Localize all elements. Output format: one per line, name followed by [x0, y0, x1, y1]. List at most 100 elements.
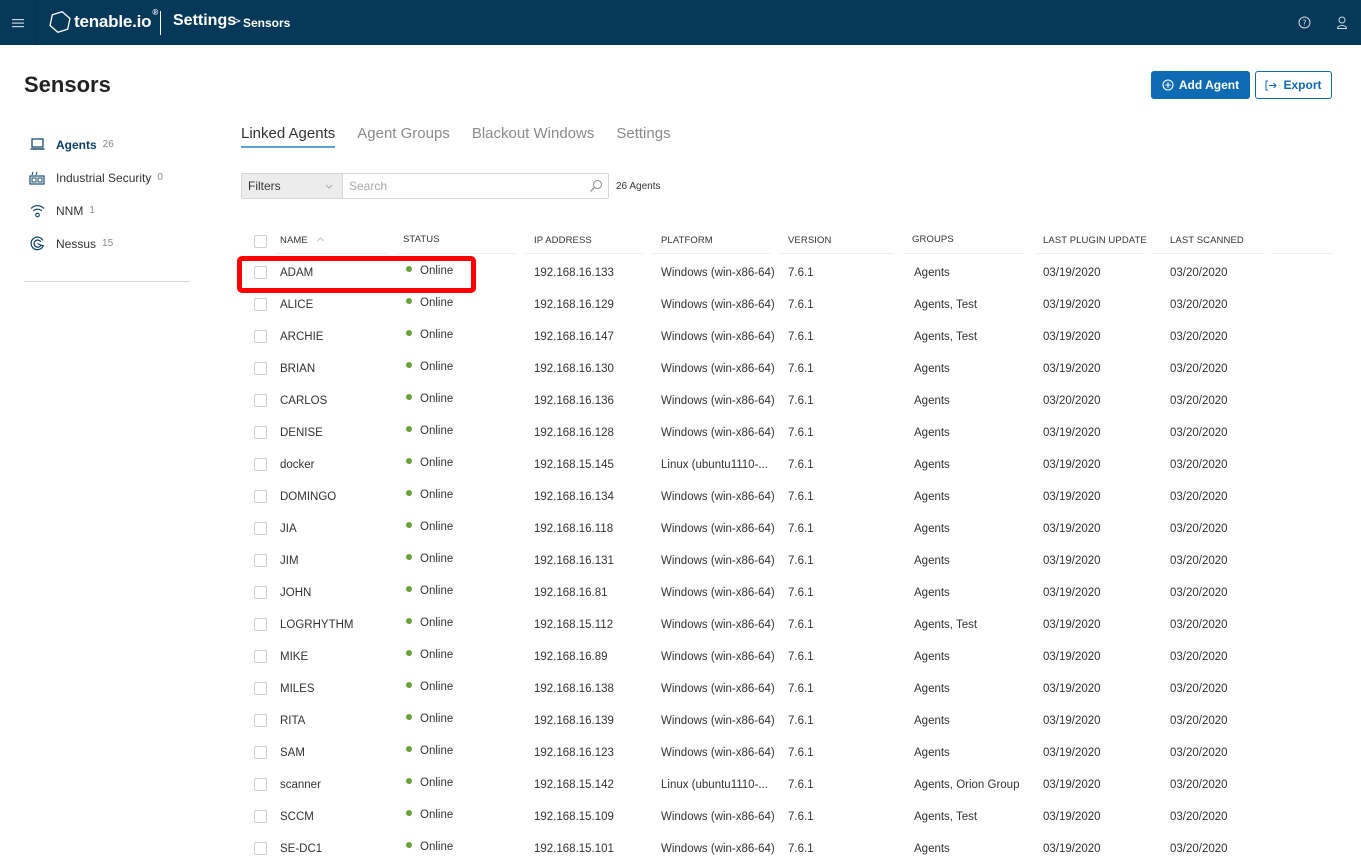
row-checkbox[interactable]	[254, 586, 267, 599]
export-button[interactable]: Export	[1255, 71, 1332, 99]
agent-name[interactable]: DENISE	[280, 427, 323, 439]
table-row[interactable]: BRIAN Online 192.168.16.130 Windows (win…	[241, 350, 1333, 382]
row-checkbox[interactable]	[254, 330, 267, 343]
sidebar-item-nessus[interactable]: Nessus 15	[24, 227, 190, 260]
agent-last-scanned: 03/20/2020	[1170, 555, 1228, 567]
row-checkbox[interactable]	[254, 458, 267, 471]
user-menu-button[interactable]	[1334, 14, 1350, 30]
tenable-logo[interactable]: tenable.io®	[49, 8, 158, 34]
agent-name[interactable]: JIA	[280, 523, 297, 535]
column-header-ip-address[interactable]: IP ADDRESS	[534, 235, 592, 246]
agent-version: 7.6.1	[788, 491, 814, 503]
table-row[interactable]: CARLOS Online 192.168.16.136 Windows (wi…	[241, 382, 1333, 414]
column-header-last-plugin-update[interactable]: LAST PLUGIN UPDATE	[1043, 235, 1147, 246]
table-row[interactable]: JOHN Online 192.168.16.81 Windows (win-x…	[241, 574, 1333, 606]
table-row[interactable]: MIKE Online 192.168.16.89 Windows (win-x…	[241, 638, 1333, 670]
agent-name[interactable]: DOMINGO	[280, 491, 336, 503]
agent-name[interactable]: MILES	[280, 683, 315, 695]
table-row[interactable]: ADAM Online 192.168.16.133 Windows (win-…	[241, 254, 1333, 286]
row-checkbox[interactable]	[254, 298, 267, 311]
row-checkbox[interactable]	[254, 650, 267, 663]
agent-name[interactable]: ADAM	[280, 267, 313, 279]
tab-linked-agents[interactable]: Linked Agents	[241, 125, 336, 148]
row-checkbox[interactable]	[254, 362, 267, 375]
agent-status: Online	[406, 361, 453, 373]
table-row[interactable]: JIM Online 192.168.16.131 Windows (win-x…	[241, 542, 1333, 574]
agent-name[interactable]: RITA	[280, 715, 305, 727]
row-checkbox[interactable]	[254, 778, 267, 791]
table-row[interactable]: RITA Online 192.168.16.139 Windows (win-…	[241, 702, 1333, 734]
sidebar-item-agents[interactable]: Agents 26	[24, 128, 190, 161]
agent-name[interactable]: docker	[280, 459, 315, 471]
table-row[interactable]: DENISE Online 192.168.16.128 Windows (wi…	[241, 414, 1333, 446]
agent-name[interactable]: MIKE	[280, 651, 308, 663]
table-row[interactable]: LOGRHYTHM Online 192.168.15.112 Windows …	[241, 606, 1333, 638]
agent-last-scanned: 03/20/2020	[1170, 395, 1228, 407]
column-header-name[interactable]: NAME	[280, 235, 325, 246]
table-row[interactable]: SE-DC1 Online 192.168.15.101 Windows (wi…	[241, 830, 1333, 862]
row-checkbox[interactable]	[254, 554, 267, 567]
column-header-status[interactable]: STATUS	[403, 234, 440, 245]
row-checkbox[interactable]	[254, 266, 267, 279]
agent-status: Online	[406, 841, 453, 853]
help-button[interactable]: ?	[1296, 14, 1312, 30]
top-navigation-bar: tenable.io® Settings > Sensors ?	[0, 0, 1361, 45]
agent-name[interactable]: CARLOS	[280, 395, 327, 407]
table-row[interactable]: MILES Online 192.168.16.138 Windows (win…	[241, 670, 1333, 702]
row-checkbox[interactable]	[254, 682, 267, 695]
row-checkbox[interactable]	[254, 810, 267, 823]
table-row[interactable]: docker Online 192.168.15.145 Linux (ubun…	[241, 446, 1333, 478]
agent-last-plugin-update: 03/19/2020	[1043, 459, 1101, 471]
breadcrumb-settings[interactable]: Settings	[173, 12, 236, 30]
agent-name[interactable]: ARCHIE	[280, 331, 323, 343]
table-row[interactable]: SAM Online 192.168.16.123 Windows (win-x…	[241, 734, 1333, 766]
agent-name[interactable]: SAM	[280, 747, 305, 759]
search-icon[interactable]	[589, 179, 603, 193]
row-checkbox[interactable]	[254, 426, 267, 439]
tab-blackout-windows[interactable]: Blackout Windows	[472, 125, 595, 148]
tab-agent-groups[interactable]: Agent Groups	[357, 125, 450, 148]
sidebar-item-count: 1	[89, 205, 95, 216]
add-agent-button[interactable]: Add Agent	[1151, 71, 1250, 99]
column-header-groups[interactable]: GROUPS	[912, 234, 954, 245]
row-checkbox[interactable]	[254, 842, 267, 855]
menu-button[interactable]	[0, 0, 36, 45]
row-checkbox[interactable]	[254, 522, 267, 535]
agent-groups: Agents	[914, 747, 950, 759]
table-row[interactable]: scanner Online 192.168.15.142 Linux (ubu…	[241, 766, 1333, 798]
row-checkbox[interactable]	[254, 618, 267, 631]
table-row[interactable]: DOMINGO Online 192.168.16.134 Windows (w…	[241, 478, 1333, 510]
select-all-checkbox[interactable]	[254, 235, 267, 248]
agent-version: 7.6.1	[788, 619, 814, 631]
agent-name[interactable]: SCCM	[280, 811, 314, 823]
agent-name[interactable]: JOHN	[280, 587, 311, 599]
row-checkbox[interactable]	[254, 714, 267, 727]
agent-name[interactable]: JIM	[280, 555, 299, 567]
column-header-last-scanned[interactable]: LAST SCANNED	[1170, 235, 1244, 246]
tab-settings[interactable]: Settings	[616, 125, 670, 148]
agent-name[interactable]: SE-DC1	[280, 843, 322, 855]
column-header-platform[interactable]: PLATFORM	[661, 235, 713, 246]
table-row[interactable]: ALICE Online 192.168.16.129 Windows (win…	[241, 286, 1333, 318]
agent-name[interactable]: BRIAN	[280, 363, 315, 375]
search-field[interactable]	[342, 173, 609, 199]
page-title: Sensors	[24, 72, 111, 97]
agent-last-plugin-update: 03/19/2020	[1043, 683, 1101, 695]
table-row[interactable]: SCCM Online 192.168.15.109 Windows (win-…	[241, 798, 1333, 830]
agent-name[interactable]: LOGRHYTHM	[280, 619, 353, 631]
row-checkbox[interactable]	[254, 394, 267, 407]
search-input[interactable]	[349, 179, 584, 193]
table-row[interactable]: JIA Online 192.168.16.118 Windows (win-x…	[241, 510, 1333, 542]
agent-last-plugin-update: 03/19/2020	[1043, 523, 1101, 535]
sidebar-item-industrial-security[interactable]: Industrial Security 0	[24, 161, 190, 194]
sidebar-item-nnm[interactable]: NNM 1	[24, 194, 190, 227]
status-online-icon	[406, 330, 412, 336]
column-header-version[interactable]: VERSION	[788, 235, 831, 246]
agent-name[interactable]: ALICE	[280, 299, 313, 311]
row-checkbox[interactable]	[254, 746, 267, 759]
filters-dropdown[interactable]: Filters	[241, 173, 342, 199]
agent-platform: Windows (win-x86-64)	[661, 299, 775, 311]
agent-name[interactable]: scanner	[280, 779, 321, 791]
table-row[interactable]: ARCHIE Online 192.168.16.147 Windows (wi…	[241, 318, 1333, 350]
row-checkbox[interactable]	[254, 490, 267, 503]
